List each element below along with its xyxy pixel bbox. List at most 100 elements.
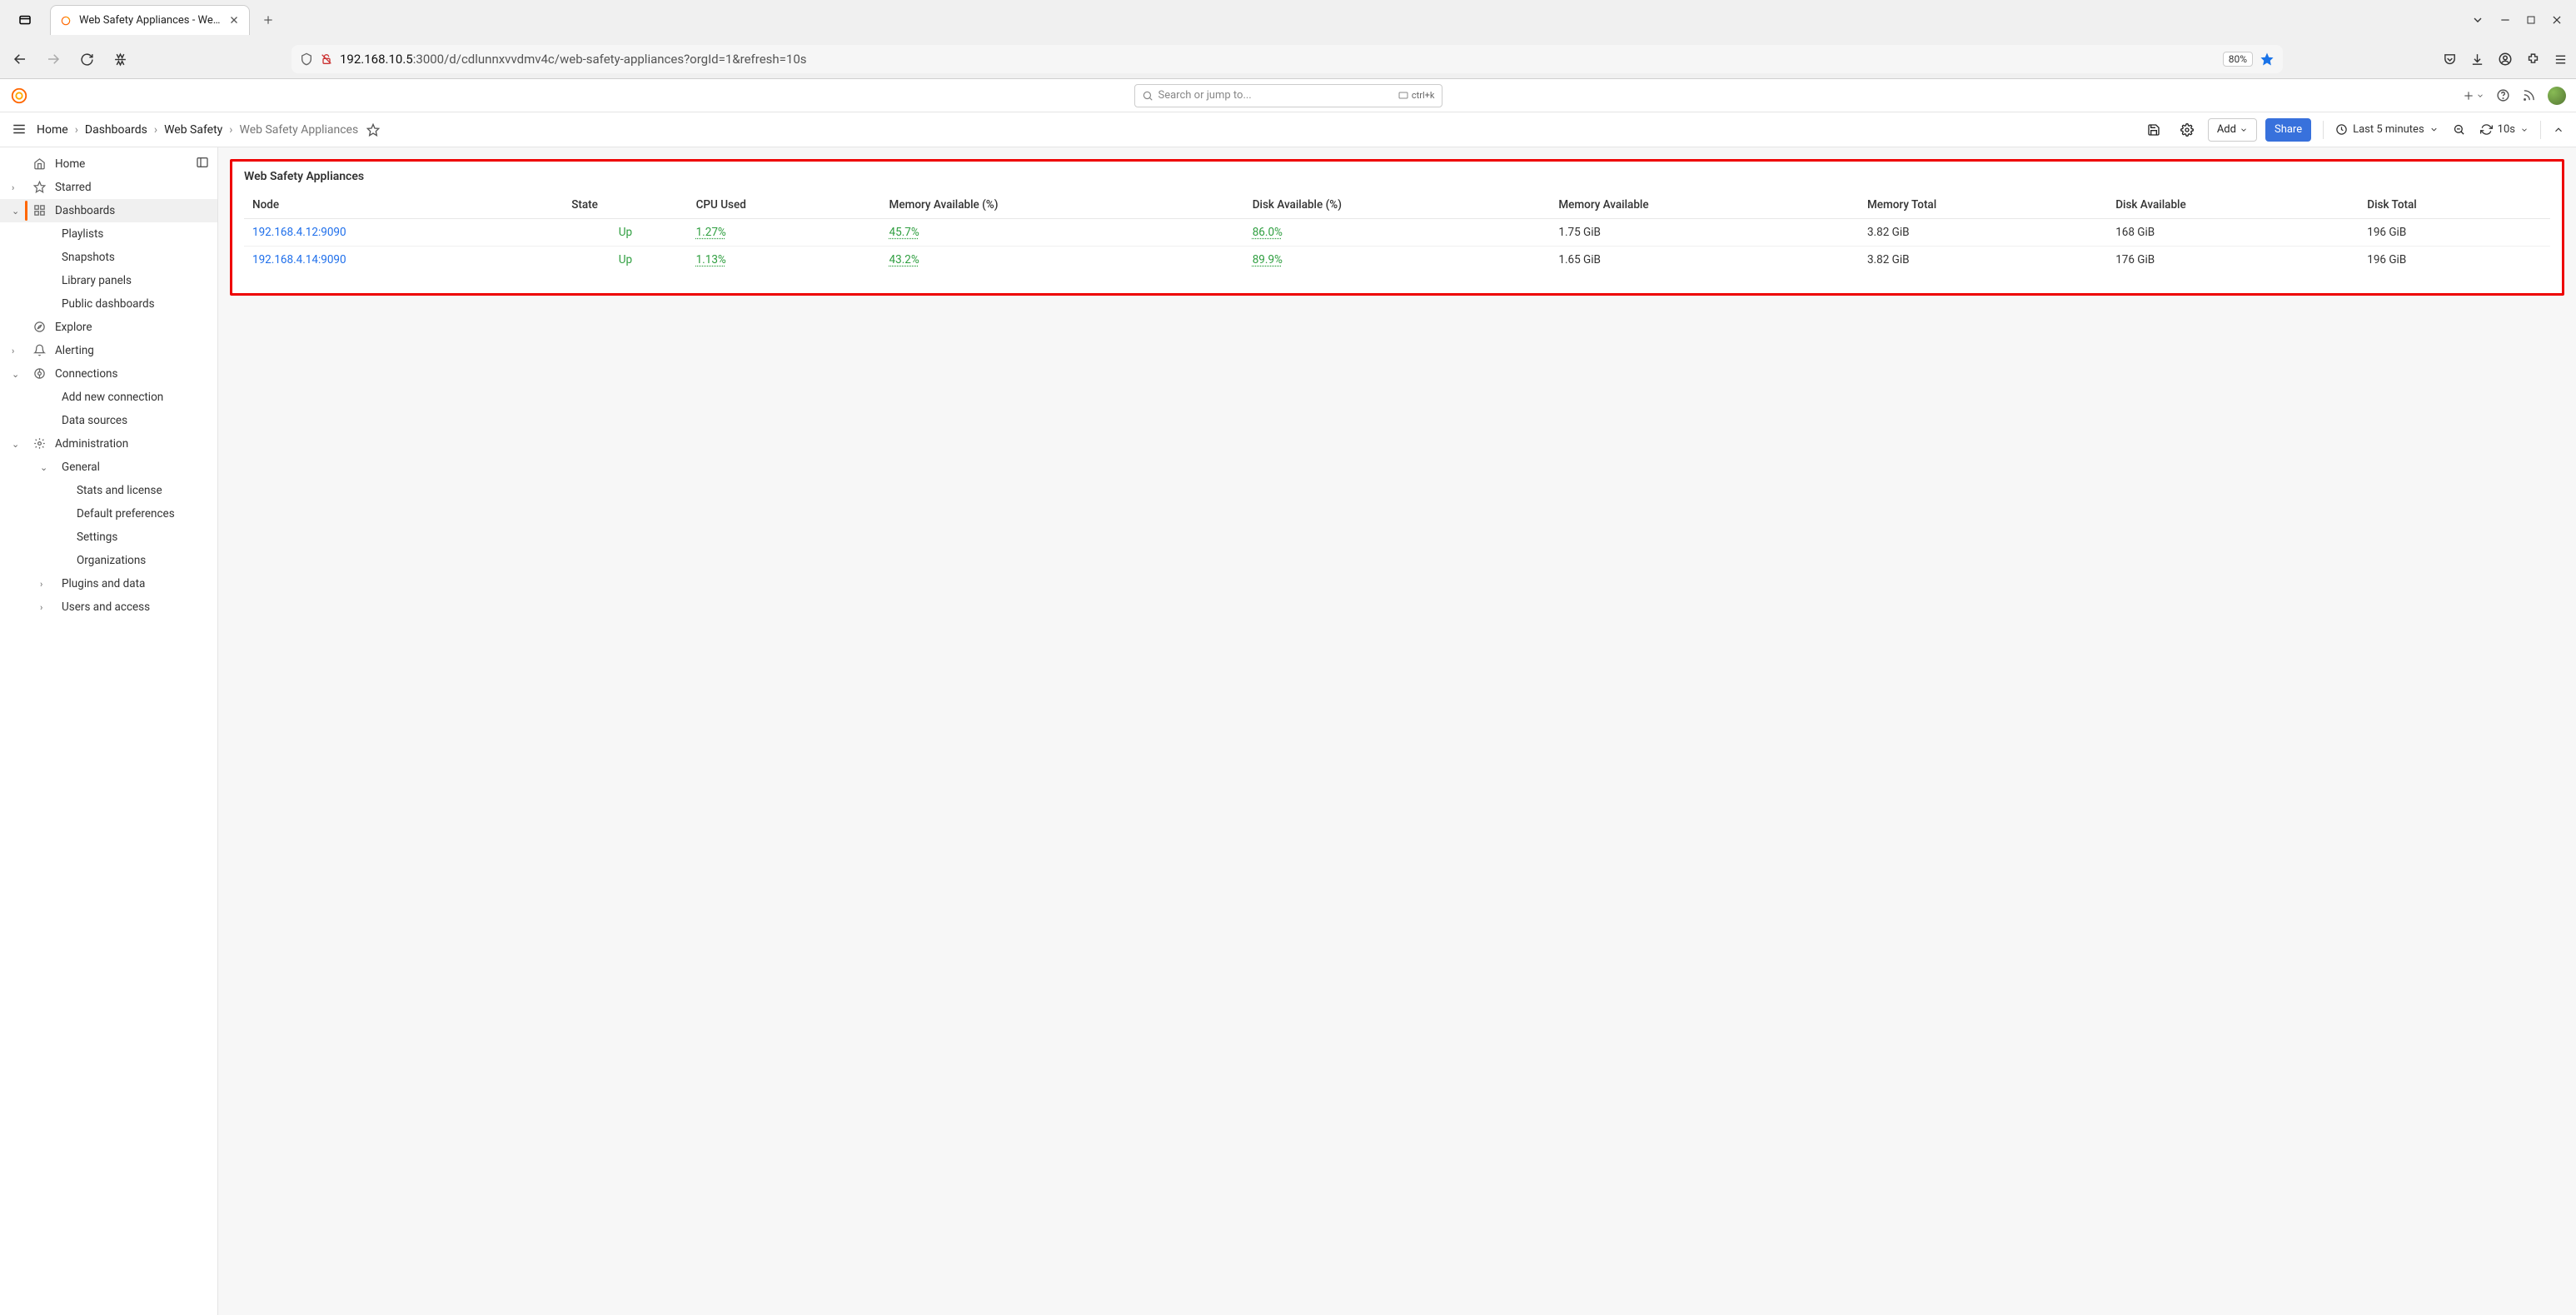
account-icon[interactable] bbox=[2498, 52, 2513, 67]
col-disk-avail[interactable]: Disk Available bbox=[2107, 192, 2359, 219]
download-icon[interactable] bbox=[2470, 52, 2484, 67]
col-mem-pct[interactable]: Memory Available (%) bbox=[881, 192, 1244, 219]
insecure-icon[interactable] bbox=[320, 52, 333, 66]
add-menu-button[interactable] bbox=[2463, 90, 2484, 102]
sidebar-item-connections[interactable]: ⌄ Connections bbox=[0, 362, 217, 386]
sidebar-item-alerting[interactable]: › Alerting bbox=[0, 339, 217, 362]
appliances-table: Node State CPU Used Memory Available (%)… bbox=[244, 192, 2550, 273]
collapse-icon[interactable] bbox=[2553, 124, 2564, 136]
url-text: 192.168.10.5:3000/d/cdlunnxvvdmv4c/web-s… bbox=[340, 52, 2216, 67]
add-button[interactable]: Add bbox=[2208, 118, 2257, 142]
cpu-value[interactable]: 1.13% bbox=[696, 253, 726, 266]
help-icon[interactable] bbox=[2496, 88, 2510, 102]
home-icon bbox=[33, 157, 47, 171]
col-mem-avail[interactable]: Memory Available bbox=[1550, 192, 1859, 219]
breadcrumb-home[interactable]: Home bbox=[37, 123, 68, 137]
address-bar[interactable]: 192.168.10.5:3000/d/cdlunnxvvdmv4c/web-s… bbox=[291, 45, 2283, 73]
user-avatar[interactable] bbox=[2548, 87, 2566, 105]
col-disk-pct[interactable]: Disk Available (%) bbox=[1244, 192, 1551, 219]
col-node[interactable]: Node bbox=[244, 192, 563, 219]
sidebar-item-organizations[interactable]: Organizations bbox=[0, 549, 217, 572]
browser-nav-row: 192.168.10.5:3000/d/cdlunnxvvdmv4c/web-s… bbox=[0, 40, 2576, 78]
sidebar-item-playlists[interactable]: Playlists bbox=[0, 222, 217, 246]
breadcrumb: Home › Dashboards › Web Safety › Web Saf… bbox=[37, 123, 358, 137]
chevron-down-icon[interactable] bbox=[2520, 126, 2529, 134]
sidebar-item-data-sources[interactable]: Data sources bbox=[0, 409, 217, 432]
chevron-right-icon: › bbox=[154, 123, 157, 137]
favorite-star-icon[interactable] bbox=[366, 123, 380, 137]
sidebar-item-snapshots[interactable]: Snapshots bbox=[0, 246, 217, 269]
breadcrumb-folder[interactable]: Web Safety bbox=[164, 123, 222, 137]
col-disk-total[interactable]: Disk Total bbox=[2359, 192, 2550, 219]
sidebar-item-dashboards[interactable]: ⌄ Dashboards bbox=[0, 199, 217, 222]
extensions-icon[interactable] bbox=[2526, 52, 2540, 67]
news-icon[interactable] bbox=[2522, 88, 2536, 102]
disk-pct-value[interactable]: 89.9% bbox=[1253, 253, 1283, 266]
global-search[interactable]: Search or jump to... ctrl+k bbox=[1134, 84, 1442, 107]
clock-icon bbox=[2335, 123, 2348, 136]
pocket-icon[interactable] bbox=[2443, 52, 2457, 67]
bookmark-star-icon[interactable] bbox=[2260, 52, 2275, 67]
zoom-out-icon[interactable] bbox=[2447, 118, 2472, 142]
mem-avail-value: 1.65 GiB bbox=[1550, 247, 1859, 274]
window-close-icon[interactable] bbox=[2551, 14, 2563, 26]
recent-tabs-button[interactable] bbox=[7, 12, 43, 27]
time-range-button[interactable]: Last 5 minutes bbox=[2335, 123, 2439, 136]
window-minimize-icon[interactable] bbox=[2499, 14, 2511, 26]
sidebar-item-add-connection[interactable]: Add new connection bbox=[0, 386, 217, 409]
search-icon bbox=[1142, 90, 1153, 102]
close-tab-icon[interactable] bbox=[229, 15, 241, 27]
sidebar-item-library-panels[interactable]: Library panels bbox=[0, 269, 217, 292]
app-menu-icon[interactable] bbox=[2554, 52, 2568, 67]
sidebar-item-plugins[interactable]: › Plugins and data bbox=[0, 572, 217, 595]
new-tab-button[interactable] bbox=[257, 8, 280, 32]
search-placeholder: Search or jump to... bbox=[1158, 89, 1252, 102]
breadcrumb-dashboards[interactable]: Dashboards bbox=[85, 123, 147, 137]
sidebar-item-home[interactable]: Home bbox=[0, 152, 217, 176]
back-button[interactable] bbox=[8, 47, 32, 71]
share-button[interactable]: Share bbox=[2265, 118, 2311, 142]
star-icon bbox=[33, 181, 47, 194]
table-row[interactable]: 192.168.4.12:9090Up1.27%45.7%86.0%1.75 G… bbox=[244, 219, 2550, 247]
breadcrumb-current: Web Safety Appliances bbox=[240, 123, 359, 137]
settings-icon[interactable] bbox=[2175, 118, 2200, 142]
mem-pct-value[interactable]: 45.7% bbox=[889, 226, 919, 239]
save-dashboard-icon[interactable] bbox=[2141, 118, 2166, 142]
chevron-down-icon: ⌄ bbox=[40, 462, 53, 473]
sidebar-item-default-prefs[interactable]: Default preferences bbox=[0, 502, 217, 526]
disk-pct-value[interactable]: 86.0% bbox=[1253, 226, 1283, 239]
zoom-badge[interactable]: 80% bbox=[2223, 52, 2253, 67]
sidebar-item-settings[interactable]: Settings bbox=[0, 526, 217, 549]
col-mem-total[interactable]: Memory Total bbox=[1859, 192, 2107, 219]
col-state[interactable]: State bbox=[563, 192, 687, 219]
sidebar-item-general[interactable]: ⌄ General bbox=[0, 456, 217, 479]
forward-button[interactable] bbox=[42, 47, 65, 71]
disk-avail-value: 176 GiB bbox=[2107, 247, 2359, 274]
tabs-dropdown-icon[interactable] bbox=[2471, 13, 2484, 27]
refresh-icon[interactable] bbox=[2480, 123, 2493, 136]
menu-toggle-icon[interactable] bbox=[12, 122, 28, 138]
table-row[interactable]: 192.168.4.14:9090Up1.13%43.2%89.9%1.65 G… bbox=[244, 247, 2550, 274]
sidebar-item-administration[interactable]: ⌄ Administration bbox=[0, 432, 217, 456]
tab-title: Web Safety Appliances - Web S bbox=[79, 14, 222, 27]
node-link[interactable]: 192.168.4.14:9090 bbox=[252, 253, 346, 266]
sidebar-item-public-dashboards[interactable]: Public dashboards bbox=[0, 292, 217, 316]
browser-tab[interactable]: Web Safety Appliances - Web S bbox=[50, 5, 250, 35]
mem-pct-value[interactable]: 43.2% bbox=[889, 253, 919, 266]
extension-button[interactable] bbox=[108, 47, 132, 71]
sidebar-item-starred[interactable]: › Starred bbox=[0, 176, 217, 199]
sidebar-item-stats[interactable]: Stats and license bbox=[0, 479, 217, 502]
reload-button[interactable] bbox=[75, 47, 98, 71]
node-link[interactable]: 192.168.4.12:9090 bbox=[252, 226, 346, 239]
cpu-value[interactable]: 1.27% bbox=[696, 226, 726, 239]
window-maximize-icon[interactable] bbox=[2526, 15, 2536, 25]
sidebar-item-users[interactable]: › Users and access bbox=[0, 595, 217, 619]
sidebar-item-explore[interactable]: Explore bbox=[0, 316, 217, 339]
refresh-interval[interactable]: 10s bbox=[2498, 123, 2515, 136]
col-cpu[interactable]: CPU Used bbox=[688, 192, 881, 219]
browser-right-icons bbox=[2443, 52, 2568, 67]
grafana-top-bar: Search or jump to... ctrl+k bbox=[0, 79, 2576, 112]
grafana-logo-icon[interactable] bbox=[10, 87, 28, 105]
chevron-right-icon: › bbox=[40, 602, 53, 613]
shield-icon[interactable] bbox=[300, 52, 313, 66]
